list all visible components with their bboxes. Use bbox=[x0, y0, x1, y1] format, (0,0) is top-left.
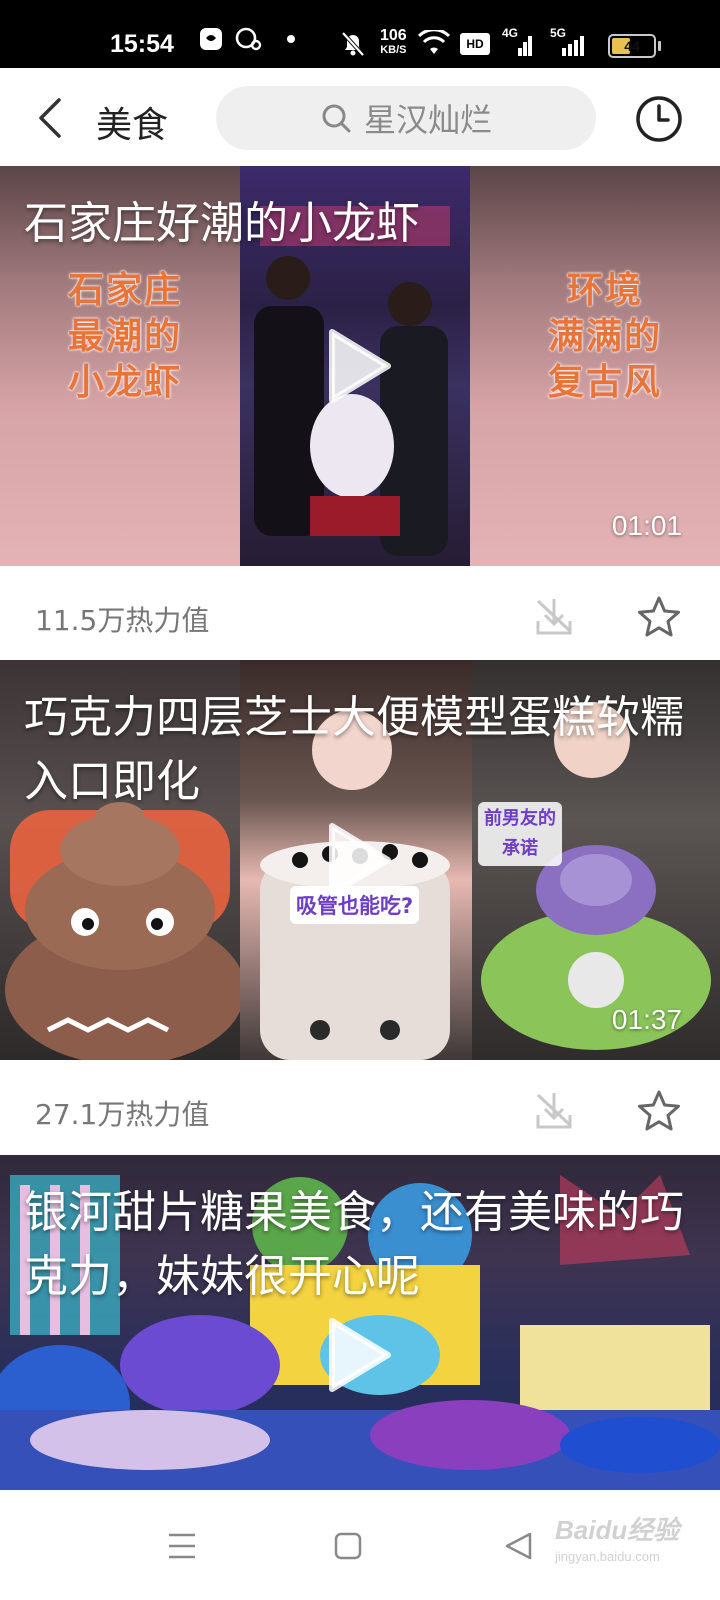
video-thumbnail[interactable]: 石家庄 最潮的 小龙虾 环境 满满的 复古风 石家庄好潮的小龙虾 01:01 bbox=[0, 166, 720, 566]
favorite-button[interactable] bbox=[636, 1088, 682, 1134]
video-card[interactable]: 石家庄 最潮的 小龙虾 环境 满满的 复古风 石家庄好潮的小龙虾 01:01 1… bbox=[0, 166, 720, 666]
video-card[interactable]: 银河甜片糖果美食，还有美味的巧克力，妹妹很开心呢 bbox=[0, 1155, 720, 1490]
video-card[interactable]: 吸管也能吃? 前男友的 承诺 巧克力四层芝士大便模型蛋糕软糯入口即化 01:37… bbox=[0, 660, 720, 1160]
net-speed: 106 KB/S bbox=[380, 27, 407, 57]
play-icon[interactable] bbox=[324, 326, 394, 406]
star-icon bbox=[638, 1090, 680, 1131]
chat-icon bbox=[234, 26, 262, 52]
favorite-button[interactable] bbox=[636, 594, 682, 640]
video-thumbnail[interactable]: 银河甜片糖果美食，还有美味的巧克力，妹妹很开心呢 bbox=[0, 1155, 720, 1490]
back-button[interactable] bbox=[30, 96, 70, 140]
star-icon bbox=[638, 596, 680, 637]
signal-icon-1 bbox=[504, 34, 532, 58]
chevron-left-icon bbox=[39, 98, 61, 138]
watermark-logo: Baidu经验 bbox=[555, 1515, 680, 1545]
home-button[interactable] bbox=[328, 1526, 368, 1566]
right-caption: 环境 满满的 复古风 bbox=[547, 270, 662, 403]
net-speed-unit: KB/S bbox=[380, 44, 407, 56]
battery-icon: 44 bbox=[608, 34, 656, 58]
menu-button[interactable] bbox=[162, 1526, 202, 1566]
status-bar: 15:54 106 KB/S HD 4G 5G 44 bbox=[0, 0, 720, 68]
play-icon[interactable] bbox=[324, 1315, 394, 1395]
video-title: 银河甜片糖果美食，还有美味的巧克力，妹妹很开心呢 bbox=[24, 1187, 684, 1302]
dot-icon bbox=[286, 34, 296, 44]
page-title: 美食 bbox=[96, 105, 169, 146]
video-duration: 01:37 bbox=[611, 1004, 682, 1035]
battery-tip bbox=[658, 41, 661, 51]
download-icon bbox=[536, 599, 572, 635]
search-bar[interactable]: 星汉灿烂 bbox=[216, 86, 596, 150]
home-square-icon bbox=[334, 1532, 362, 1560]
wifi-icon bbox=[418, 30, 450, 56]
play-icon[interactable] bbox=[324, 820, 394, 900]
video-meta: 27.1万热力值 bbox=[0, 1060, 720, 1160]
battery-text: 44 bbox=[624, 38, 640, 54]
left-caption: 石家庄 最潮的 小龙虾 bbox=[67, 270, 182, 403]
heat-value: 11.5万热力值 bbox=[35, 604, 210, 637]
status-time: 15:54 bbox=[110, 30, 174, 58]
top-bar: 美食 星汉灿烂 bbox=[0, 68, 720, 168]
video-thumbnail[interactable]: 吸管也能吃? 前男友的 承诺 巧克力四层芝士大便模型蛋糕软糯入口即化 01:37 bbox=[0, 660, 720, 1060]
heat-value: 27.1万热力值 bbox=[35, 1098, 210, 1131]
watermark-url: jingyan.baidu.com bbox=[555, 1549, 660, 1564]
clock-icon bbox=[636, 96, 682, 142]
notification-icons bbox=[198, 26, 296, 52]
mute-icon bbox=[340, 30, 366, 58]
history-button[interactable] bbox=[634, 94, 684, 144]
video-title: 石家庄好潮的小龙虾 bbox=[24, 198, 420, 249]
net-speed-value: 106 bbox=[380, 27, 407, 44]
video-duration: 01:01 bbox=[611, 510, 682, 541]
back-nav-button[interactable] bbox=[498, 1526, 538, 1566]
download-button[interactable] bbox=[532, 594, 576, 638]
search-icon bbox=[322, 104, 351, 133]
baidu-jingyan-watermark: Baidu经验 jingyan.baidu.com bbox=[555, 1510, 679, 1564]
video-meta: 11.5万热力值 bbox=[0, 566, 720, 666]
search-placeholder: 星汉灿烂 bbox=[363, 101, 492, 139]
signal-icon-2 bbox=[552, 34, 586, 58]
download-icon bbox=[536, 1093, 572, 1129]
menu-icon bbox=[169, 1533, 195, 1559]
triangle-back-icon bbox=[505, 1532, 532, 1560]
hd-badge: HD bbox=[460, 33, 490, 55]
download-button[interactable] bbox=[532, 1088, 576, 1132]
app-notification-icon bbox=[198, 26, 224, 52]
video-title: 巧克力四层芝士大便模型蛋糕软糯入口即化 bbox=[24, 692, 684, 807]
